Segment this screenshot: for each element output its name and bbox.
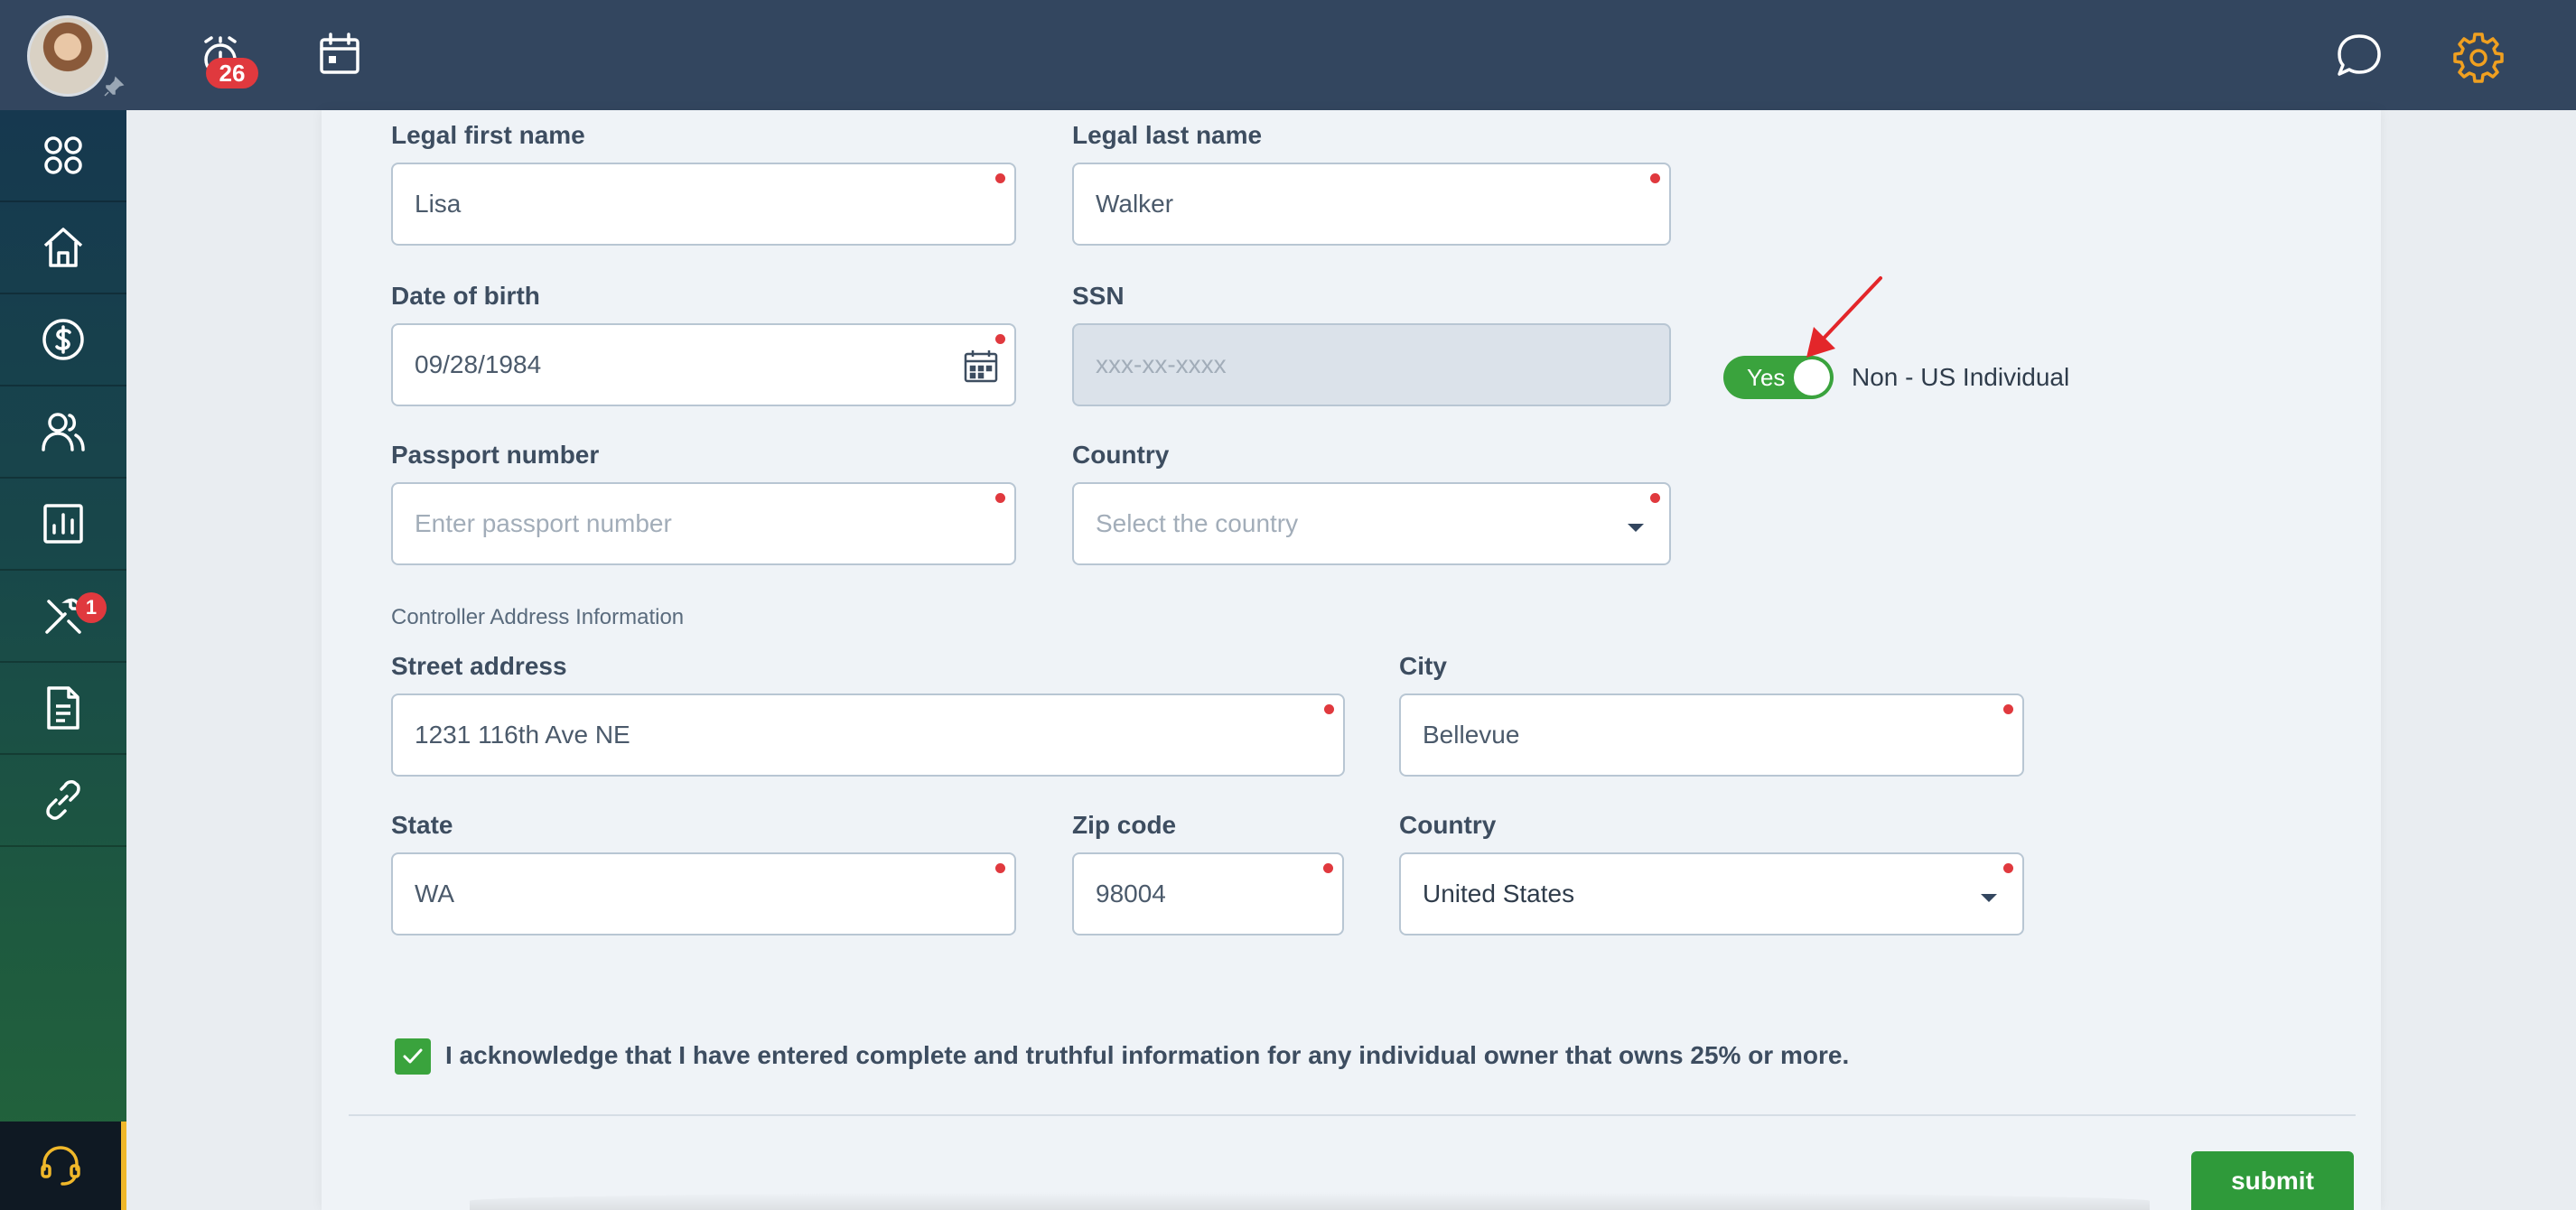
street-value: 1231 116th Ave NE [415,721,630,749]
passport-placeholder: Enter passport number [415,509,672,537]
alarm-count-badge: 26 [206,58,258,88]
chevron-down-icon [1628,524,1644,532]
passport-label: Passport number [391,441,600,469]
city-label: City [1399,652,1447,680]
sidebar-item-tools[interactable]: 1 [0,571,126,663]
users-icon [42,413,85,451]
report-chart-icon [43,504,83,544]
required-indicator [995,863,1005,873]
country-select[interactable]: Select the country [1072,482,1671,565]
toggle-state: Yes [1747,364,1786,391]
required-indicator [995,493,1005,503]
sidebar-item-home[interactable] [0,202,126,294]
last-name-label: Legal last name [1072,121,1263,149]
last-name-field[interactable]: Walker [1072,163,1671,246]
street-field[interactable]: 1231 116th Ave NE [391,693,1345,777]
last-name-value: Walker [1096,190,1174,218]
country-placeholder: Select the country [1096,509,1299,537]
acknowledge-text: I acknowledge that I have entered comple… [445,1041,1850,1069]
dob-value: 09/28/1984 [415,350,542,378]
sidebar: 1 [0,110,126,1210]
sidebar-item-documents[interactable] [0,663,126,755]
required-indicator [2003,863,2013,873]
ssn-placeholder: xxx-xx-xxxx [1096,350,1227,378]
street-label: Street address [391,652,567,680]
user-avatar[interactable] [27,15,108,97]
state-value: WA [415,880,455,908]
non-us-individual-toggle[interactable]: Yes [1723,356,1834,399]
pin-icon[interactable] [103,76,125,98]
ssn-label: SSN [1072,282,1125,310]
sidebar-item-apps[interactable] [0,110,126,202]
dob-label: Date of birth [391,282,540,310]
state-label: State [391,811,453,839]
sidebar-item-support[interactable] [0,1122,126,1210]
chevron-down-icon [1981,894,1997,902]
city-value: Bellevue [1423,721,1520,749]
checkmark-icon [403,1048,423,1064]
calendar-picker-icon[interactable] [962,347,1000,385]
required-indicator [1324,704,1334,714]
non-us-individual-label: Non - US Individual [1852,363,2070,391]
sidebar-item-reports[interactable] [0,479,126,571]
sidebar-item-billing[interactable] [0,294,126,386]
address-country-select[interactable]: United States [1399,852,2024,935]
submit-button[interactable]: submit [2191,1151,2354,1210]
calendar-icon[interactable] [314,29,369,83]
passport-field[interactable]: Enter passport number [391,482,1016,565]
toggle-knob [1794,359,1830,396]
bottom-shadow [470,1192,2150,1210]
headset-icon [41,1146,80,1186]
required-indicator [1323,863,1333,873]
address-country-value: United States [1423,880,1575,908]
required-indicator [995,334,1005,344]
apps-grid-icon [44,136,82,174]
sidebar-item-links[interactable] [0,755,126,847]
required-indicator [2003,704,2013,714]
first-name-field[interactable]: Lisa [391,163,1016,246]
first-name-label: Legal first name [391,121,585,149]
address-country-label: Country [1399,811,1497,839]
red-arrow-annotation [1806,276,1882,358]
top-bar: 26 [0,0,2576,110]
required-indicator [1650,173,1660,183]
country-label: Country [1072,441,1170,469]
state-field[interactable]: WA [391,852,1016,935]
divider [349,1114,2356,1116]
document-icon [47,686,79,730]
address-section-title: Controller Address Information [391,605,685,629]
zip-value: 98004 [1096,880,1166,908]
gear-icon[interactable] [2451,29,2506,83]
home-icon [43,228,83,267]
sidebar-item-users[interactable] [0,386,126,479]
tools-notification-badge: 1 [76,592,107,623]
dollar-icon [42,319,84,360]
city-field[interactable]: Bellevue [1399,693,2024,777]
first-name-value: Lisa [415,190,462,218]
acknowledge-checkbox[interactable] [395,1038,431,1075]
required-indicator [995,173,1005,183]
link-icon [46,780,80,820]
ssn-field: xxx-xx-xxxx [1072,323,1671,406]
zip-label: Zip code [1072,811,1177,839]
chat-icon[interactable] [2332,29,2386,83]
required-indicator [1650,493,1660,503]
dob-field[interactable]: 09/28/1984 [391,323,1016,406]
zip-field[interactable]: 98004 [1072,852,1344,935]
